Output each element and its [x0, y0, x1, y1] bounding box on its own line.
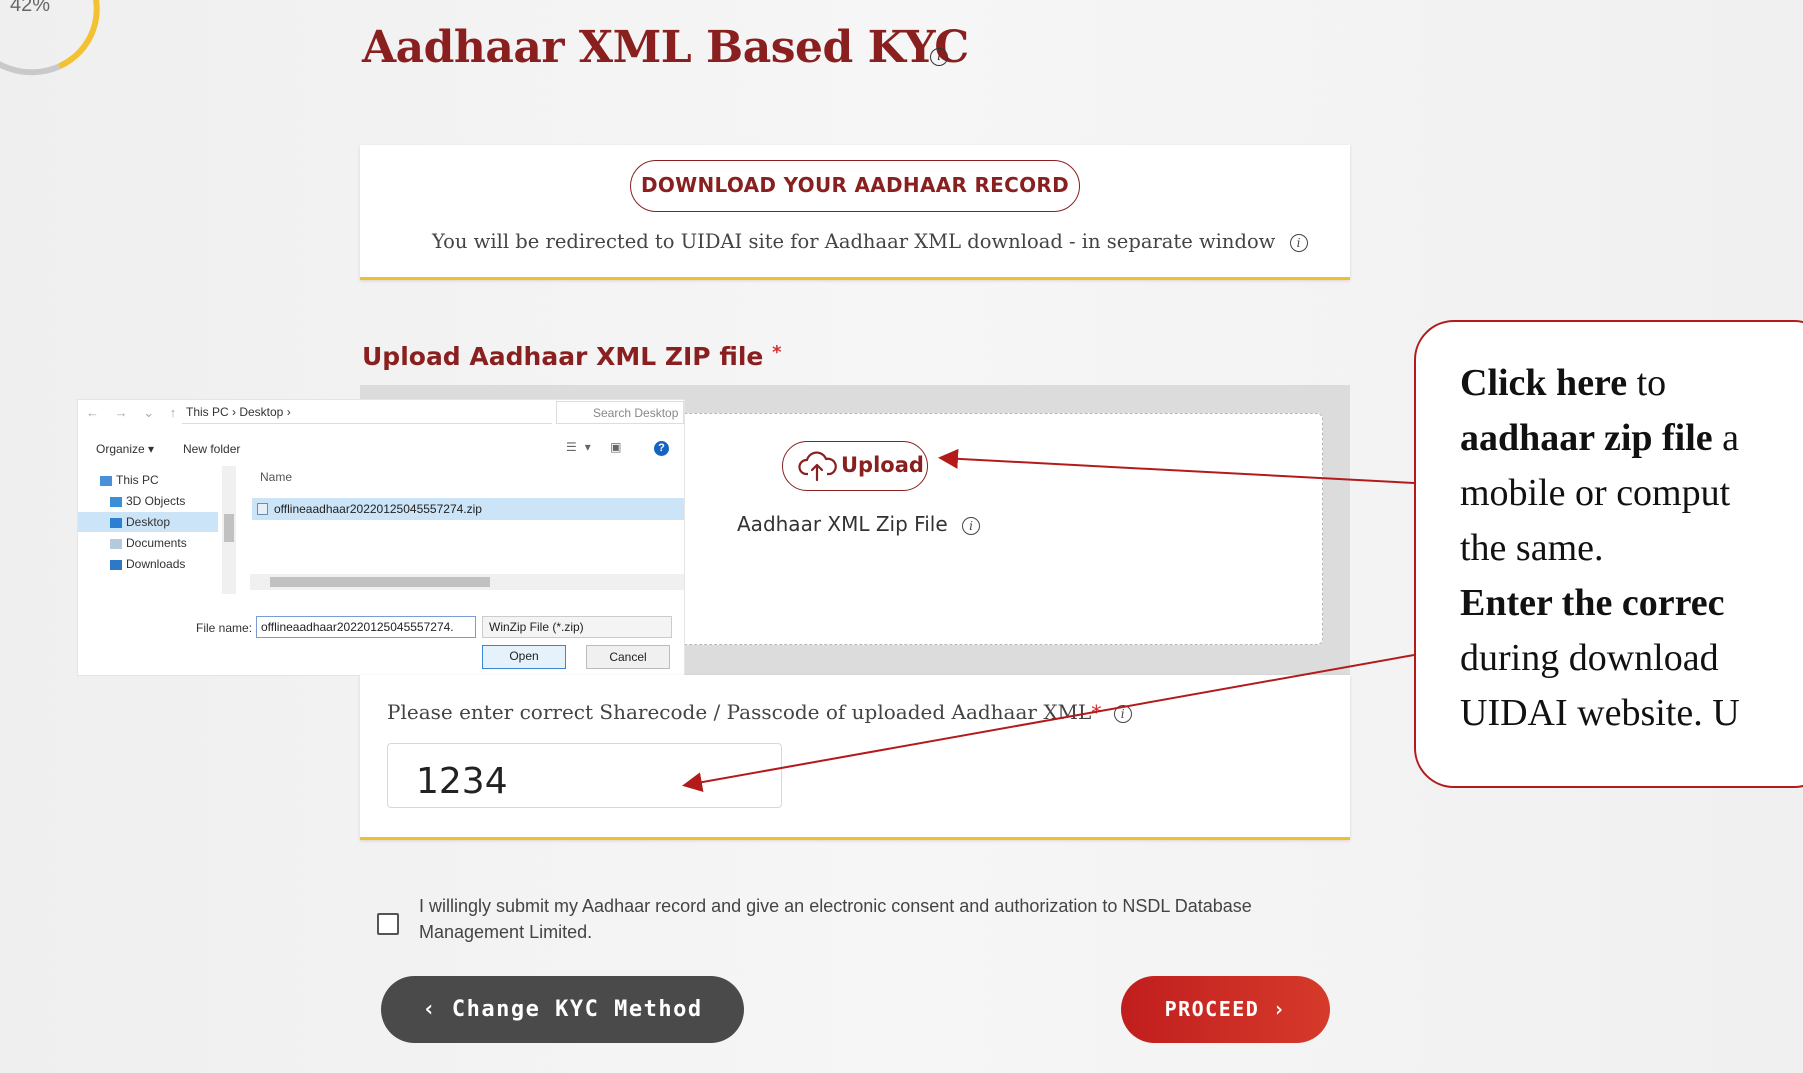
download-icon	[110, 559, 122, 570]
progress-percent: 42%	[10, 0, 51, 16]
annotation-callout-text: Click here to aadhaar zip file a mobile …	[1460, 356, 1803, 741]
nav-item-label: Documents	[126, 536, 187, 550]
nav-item-this-pc[interactable]: This PC	[100, 470, 159, 490]
help-icon[interactable]: ?	[654, 441, 669, 456]
sharecode-label: Please enter correct Sharecode / Passcod…	[387, 700, 1132, 724]
computer-icon	[100, 475, 112, 486]
breadcrumb[interactable]: This PC › Desktop ›	[186, 405, 291, 419]
callout-text: to	[1627, 362, 1667, 404]
callout-line: aadhaar zip file a	[1460, 411, 1803, 466]
callout-text: a	[1712, 417, 1740, 459]
callout-bold: Enter the correc	[1460, 582, 1725, 624]
address-bar: ← → ⌄ ↑ This PC › Desktop › Search Deskt…	[78, 400, 684, 426]
sharecode-card: Please enter correct Sharecode / Passcod…	[360, 675, 1350, 840]
new-folder-button[interactable]: New folder	[183, 442, 240, 456]
upload-heading: Upload Aadhaar XML ZIP file *	[362, 342, 782, 371]
callout-line: UIDAI website. U	[1460, 692, 1740, 734]
sharecode-input[interactable]: 1234	[387, 743, 782, 808]
filename-input[interactable]: offlineaadhaar20220125045557274.	[256, 616, 476, 638]
filetype-select[interactable]: WinZip File (*.zip)	[482, 616, 672, 638]
file-name: offlineaadhaar20220125045557274.zip	[274, 502, 482, 516]
cloud-upload-icon	[798, 451, 837, 482]
consent-checkbox[interactable]	[377, 913, 399, 935]
nav-item-label: Desktop	[126, 515, 171, 529]
column-header-name[interactable]: Name	[260, 470, 292, 484]
nav-item-documents[interactable]: Documents	[110, 533, 187, 553]
info-icon[interactable]: i	[1289, 233, 1308, 252]
scrollbar-thumb[interactable]	[224, 514, 234, 542]
nav-item-label: 3D Objects	[126, 494, 186, 508]
info-icon[interactable]: i	[1113, 704, 1132, 723]
cube-icon	[110, 496, 122, 507]
nav-item-desktop[interactable]: Desktop	[78, 512, 218, 532]
callout-bold: aadhaar zip file	[1460, 417, 1713, 459]
organize-menu[interactable]: Organize ▾	[96, 442, 154, 456]
required-mark: *	[772, 342, 782, 363]
upload-heading-text: Upload Aadhaar XML ZIP file	[362, 342, 764, 371]
aadhaar-zip-label: Aadhaar XML Zip File i	[737, 512, 980, 536]
cancel-button[interactable]: Cancel	[586, 645, 670, 669]
dialog-toolbar: Organize ▾ New folder ☰▾ ▣ ?	[78, 438, 684, 460]
redirect-note-text: You will be redirected to UIDAI site for…	[432, 230, 1276, 253]
download-card: DOWNLOAD YOUR AADHAAR RECORD You will be…	[360, 145, 1350, 280]
proceed-button[interactable]: PROCEED ›	[1121, 976, 1330, 1043]
callout-line: mobile or comput	[1460, 472, 1731, 514]
nav-item-3d-objects[interactable]: 3D Objects	[110, 491, 185, 511]
nav-item-label: This PC	[116, 473, 159, 487]
scrollbar-thumb[interactable]	[270, 577, 490, 587]
filename-label: File name:	[196, 621, 253, 635]
nav-arrows-icon[interactable]: ← → ⌄ ↑	[86, 405, 182, 421]
required-mark: *	[1091, 700, 1102, 724]
search-desktop-input[interactable]: Search Desktop	[556, 401, 684, 424]
aadhaar-zip-label-text: Aadhaar XML Zip File	[737, 512, 948, 536]
callout-line: Enter the correc	[1460, 576, 1803, 631]
navigation-pane: This PC 3D Objects Desktop Documents Dow…	[78, 466, 238, 596]
nav-scrollbar[interactable]	[222, 466, 236, 594]
sharecode-label-text: Please enter correct Sharecode / Passcod…	[387, 700, 1092, 724]
nav-item-downloads[interactable]: Downloads	[110, 554, 185, 574]
file-list-scrollbar[interactable]	[250, 574, 684, 590]
nav-item-label: Downloads	[126, 557, 186, 571]
consent-text: I willingly submit my Aadhaar record and…	[419, 896, 1252, 942]
callout-line: the same.	[1460, 527, 1604, 569]
change-kyc-method-button[interactable]: ‹ Change KYC Method	[381, 976, 744, 1043]
zip-file-icon	[257, 503, 268, 515]
callout-line: Click here to	[1460, 356, 1803, 411]
file-open-dialog: ← → ⌄ ↑ This PC › Desktop › Search Deskt…	[78, 400, 684, 675]
view-options-icon[interactable]: ☰▾ ▣	[566, 440, 629, 454]
desktop-icon	[110, 517, 122, 528]
file-item-zip[interactable]: offlineaadhaar20220125045557274.zip	[252, 498, 684, 520]
document-icon	[110, 538, 122, 549]
download-aadhaar-record-button[interactable]: DOWNLOAD YOUR AADHAAR RECORD	[630, 160, 1080, 212]
info-icon[interactable]: i	[962, 516, 980, 535]
page-title: Aadhaar XML Based KYC	[362, 22, 969, 73]
info-icon[interactable]: i	[930, 48, 948, 66]
callout-line: during download	[1460, 637, 1719, 679]
file-list: Name offlineaadhaar20220125045557274.zip	[250, 466, 684, 576]
redirect-note: You will be redirected to UIDAI site for…	[432, 230, 1308, 253]
open-button[interactable]: Open	[482, 645, 566, 669]
callout-bold: Click here	[1460, 362, 1628, 404]
